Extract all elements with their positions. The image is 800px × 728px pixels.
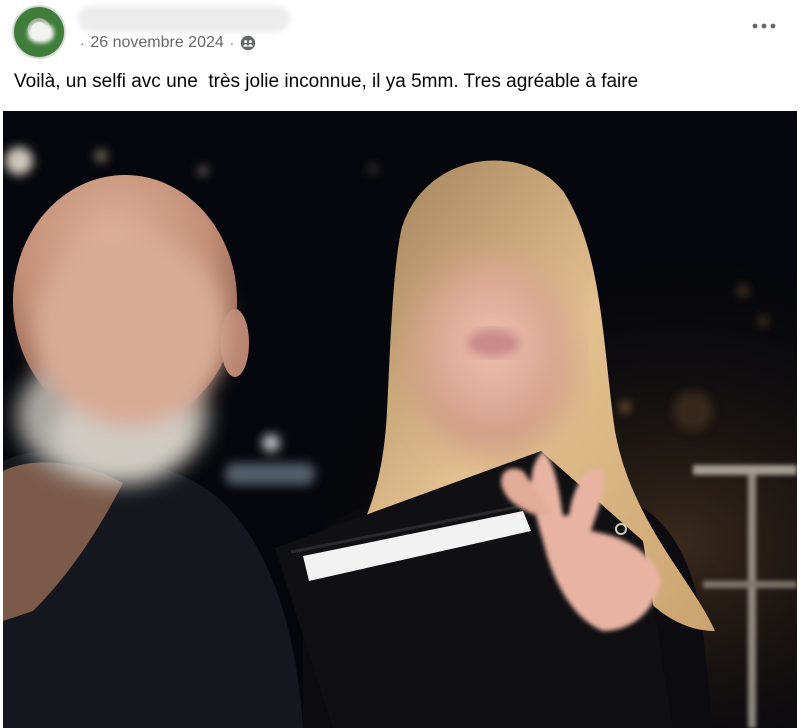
author-name[interactable] <box>78 6 290 32</box>
meta-separator: · <box>80 35 85 51</box>
more-horizontal-icon <box>752 23 776 29</box>
post-caption: Voilà, un selfi avc une très jolie incon… <box>14 71 639 92</box>
meta-separator-2: · <box>229 35 235 51</box>
post-meta: · 26 novembre 2024 · <box>80 33 256 53</box>
author-avatar[interactable] <box>12 5 66 59</box>
more-options-button[interactable] <box>750 14 778 38</box>
avatar-blur <box>28 23 54 43</box>
friends-icon[interactable] <box>240 35 256 51</box>
post-card: · 26 novembre 2024 · Voilà, un selfi avc… <box>0 0 800 728</box>
post-photo[interactable] <box>3 111 797 728</box>
post-date[interactable]: 26 novembre 2024 <box>90 34 223 52</box>
selfie-image <box>3 111 797 728</box>
